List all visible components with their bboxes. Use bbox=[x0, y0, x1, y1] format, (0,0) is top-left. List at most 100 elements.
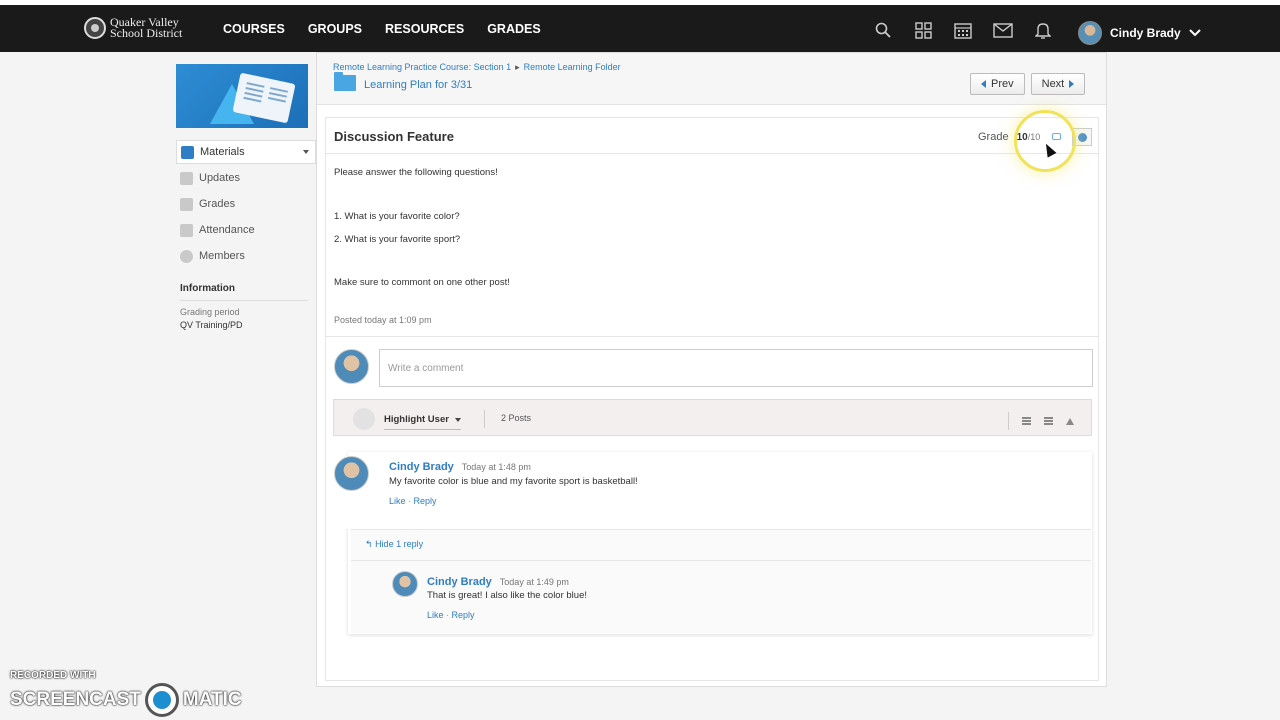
top-icon-bar bbox=[872, 19, 1054, 41]
comment-message: My favorite color is blue and my favorit… bbox=[389, 476, 638, 487]
reply-author-link[interactable]: Cindy Brady bbox=[427, 576, 492, 588]
comment-time: Today at 1:48 pm bbox=[461, 462, 531, 472]
prompt-line-4: Make sure to commont on one other post! bbox=[334, 277, 510, 288]
highlight-user-dropdown[interactable]: Highlight User bbox=[384, 414, 461, 430]
watermark-left-text: SCREENCAST bbox=[10, 689, 141, 710]
highlight-user-label: Highlight User bbox=[384, 414, 449, 425]
nav-resources[interactable]: RESOURCES bbox=[385, 22, 464, 36]
expand-view-icon[interactable] bbox=[1044, 416, 1053, 426]
posts-count: 2 Posts bbox=[501, 413, 532, 423]
screencast-logo-icon bbox=[144, 683, 179, 717]
reply-arrow-icon: ↰ bbox=[365, 539, 373, 549]
comment-input[interactable] bbox=[379, 349, 1093, 387]
school-logo[interactable]: Quaker Valley School District bbox=[84, 16, 183, 40]
nav-grades[interactable]: GRADES bbox=[487, 22, 540, 36]
calendar-icon[interactable] bbox=[952, 19, 974, 41]
cursor-highlight-ring bbox=[1014, 110, 1076, 172]
discussion-header: Discussion Feature Grade 10/10 bbox=[326, 110, 1098, 172]
reply-link[interactable]: Reply bbox=[414, 496, 437, 506]
grading-period-value: QV Training/PD bbox=[180, 320, 243, 330]
main-nav: COURSES GROUPS RESOURCES GRADES bbox=[223, 22, 541, 36]
arrow-right-icon bbox=[1069, 80, 1075, 88]
comment-composer bbox=[334, 349, 1093, 387]
discussion-title: Discussion Feature bbox=[334, 129, 454, 144]
discussion-filter-bar: Highlight User 2 Posts bbox=[333, 399, 1092, 436]
like-link[interactable]: Like bbox=[427, 610, 444, 620]
caret-down-icon bbox=[303, 150, 309, 154]
sort-icon[interactable] bbox=[1066, 417, 1074, 425]
view-toolbar bbox=[1008, 412, 1074, 430]
breadcrumb-separator-icon: ▸ bbox=[515, 62, 520, 72]
arrow-left-icon bbox=[981, 80, 986, 88]
information-heading: Information bbox=[180, 283, 308, 301]
watermark-small-text: RECORDED WITH bbox=[10, 670, 96, 681]
sidebar-item-label: Members bbox=[199, 250, 245, 262]
sidebar-item-members[interactable]: Members bbox=[176, 243, 316, 269]
messages-envelope-icon[interactable] bbox=[992, 19, 1014, 41]
reply-message: That is great! I also like the color blu… bbox=[427, 590, 587, 601]
sidebar-item-label: Materials bbox=[200, 146, 245, 158]
grades-icon bbox=[180, 197, 193, 211]
prompt-line-3: 2. What is your favorite sport? bbox=[334, 234, 461, 245]
caret-down-icon bbox=[454, 417, 461, 422]
nav-groups[interactable]: GROUPS bbox=[308, 22, 362, 36]
info-icon bbox=[1077, 132, 1087, 142]
chevron-down-icon bbox=[1188, 29, 1201, 37]
apps-grid-icon[interactable] bbox=[912, 19, 934, 41]
hide-replies-toggle[interactable]: ↰ Hide 1 reply bbox=[365, 539, 423, 550]
hide-replies-label: Hide 1 reply bbox=[375, 539, 424, 549]
sidebar-item-attendance[interactable]: Attendance bbox=[176, 217, 316, 243]
attendance-icon bbox=[180, 223, 193, 237]
divider bbox=[326, 336, 1098, 337]
sidebar-item-label: Attendance bbox=[199, 224, 255, 236]
sidebar-item-label: Grades bbox=[199, 198, 236, 210]
logo-line-2: School District bbox=[110, 26, 183, 40]
avatar bbox=[392, 571, 418, 597]
pager: Prev Next bbox=[970, 73, 1086, 95]
district-seal-icon bbox=[84, 17, 106, 39]
materials-icon bbox=[181, 145, 194, 159]
prev-label: Prev bbox=[991, 78, 1014, 90]
sidebar-item-materials[interactable]: Materials bbox=[176, 140, 316, 164]
like-link[interactable]: Like bbox=[389, 496, 406, 506]
screencast-watermark: RECORDED WITH SCREENCAST MATIC bbox=[10, 670, 242, 717]
prev-button[interactable]: Prev bbox=[970, 73, 1025, 95]
reply-time: Today at 1:49 pm bbox=[499, 577, 569, 587]
reply-thread: ↰ Hide 1 reply Cindy Brady Today at 1:49 … bbox=[351, 529, 1091, 633]
sidebar-item-updates[interactable]: Updates bbox=[176, 165, 316, 191]
breadcrumb-bar: Remote Learning Practice Course: Section… bbox=[317, 53, 1106, 105]
watermark-right-text: MATIC bbox=[182, 689, 242, 710]
discussion-card: Discussion Feature Grade 10/10 Please an… bbox=[325, 110, 1099, 681]
course-sidebar: Materials Updates Grades Attendance Memb… bbox=[176, 140, 316, 269]
prompt-line-1: Please answer the following questions! bbox=[334, 167, 498, 178]
avatar bbox=[334, 349, 369, 384]
user-avatar bbox=[1078, 21, 1102, 45]
breadcrumb-course-link[interactable]: Remote Learning Practice Course: Section… bbox=[333, 62, 511, 73]
nav-courses[interactable]: COURSES bbox=[223, 22, 285, 36]
sidebar-item-label: Updates bbox=[199, 172, 240, 184]
reply-link[interactable]: Reply bbox=[452, 610, 475, 620]
folder-title-link[interactable]: Learning Plan for 3/31 bbox=[364, 79, 472, 91]
comment-author-link[interactable]: Cindy Brady bbox=[389, 461, 454, 473]
course-image[interactable] bbox=[176, 64, 308, 128]
posted-timestamp: Posted today at 1:09 pm bbox=[334, 315, 432, 325]
sidebar-item-grades[interactable]: Grades bbox=[176, 191, 316, 217]
user-name: Cindy Brady bbox=[1110, 26, 1181, 40]
collapse-view-icon[interactable] bbox=[1022, 416, 1031, 426]
breadcrumb-folder-link[interactable]: Remote Learning Folder bbox=[524, 62, 621, 73]
prompt-line-2: 1. What is your favorite color? bbox=[334, 211, 460, 222]
next-button[interactable]: Next bbox=[1030, 73, 1086, 95]
comment-post: Cindy Brady Today at 1:48 pm My favorite … bbox=[334, 456, 1091, 529]
top-navigation-bar: Quaker Valley School District COURSES GR… bbox=[0, 0, 1280, 52]
user-menu[interactable]: Cindy Brady bbox=[1078, 21, 1201, 45]
avatar bbox=[334, 456, 369, 491]
search-icon[interactable] bbox=[872, 19, 894, 41]
highlight-user-avatar bbox=[353, 408, 375, 430]
members-icon bbox=[180, 249, 193, 263]
grading-period-label: Grading period bbox=[180, 307, 240, 317]
breadcrumb: Remote Learning Practice Course: Section… bbox=[333, 62, 621, 73]
main-content: Remote Learning Practice Course: Section… bbox=[316, 52, 1107, 687]
folder-icon bbox=[334, 72, 356, 91]
grade-label: Grade bbox=[978, 131, 1009, 143]
notifications-bell-icon[interactable] bbox=[1032, 19, 1054, 41]
